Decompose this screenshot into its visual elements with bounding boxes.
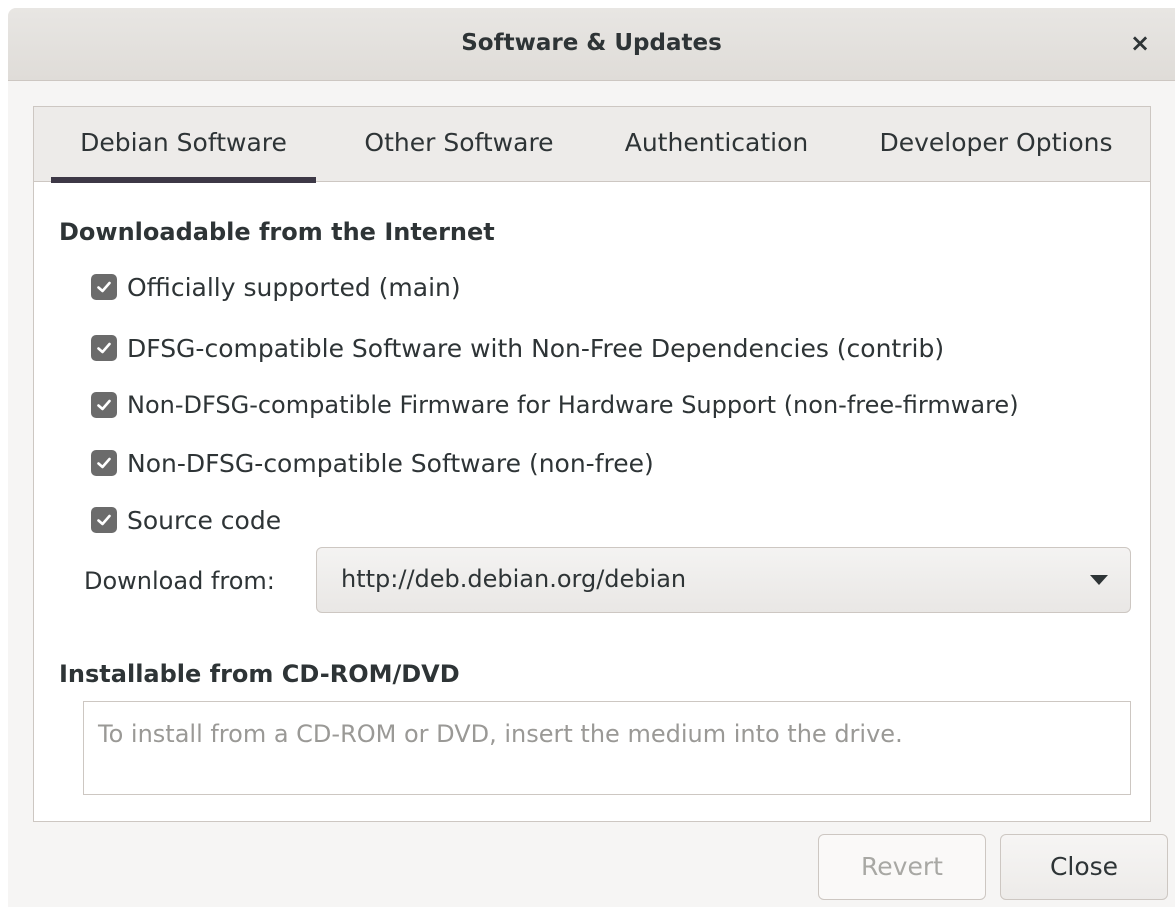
checkbox-main[interactable]: Officially supported (main) [91, 271, 461, 303]
checkbox-label: DFSG-compatible Software with Non-Free D… [127, 333, 945, 363]
checkbox-label: Non-DFSG-compatible Software (non-free) [127, 448, 654, 478]
checkmark-icon[interactable] [91, 392, 117, 418]
checkbox-source-code[interactable]: Source code [91, 504, 281, 536]
checkbox-label: Officially supported (main) [127, 272, 461, 302]
tab-developer-options[interactable]: Developer Options [866, 107, 1126, 182]
checkbox-contrib[interactable]: DFSG-compatible Software with Non-Free D… [91, 332, 944, 364]
window-title: Software & Updates [461, 30, 722, 56]
checkmark-icon[interactable] [91, 274, 117, 300]
download-server-dropdown[interactable]: http://deb.debian.org/debian [316, 547, 1131, 613]
download-server-value: http://deb.debian.org/debian [341, 565, 687, 593]
title-bar: Software & Updates × [8, 8, 1175, 81]
download-from-label: Download from: [84, 567, 275, 595]
tab-other-software[interactable]: Other Software [344, 107, 574, 182]
checkmark-icon[interactable] [91, 507, 117, 533]
notebook: Debian Software Other Software Authentic… [33, 106, 1151, 822]
cdrom-list: To install from a CD-ROM or DVD, insert … [83, 701, 1131, 795]
internet-section-title: Downloadable from the Internet [59, 218, 495, 246]
tab-debian-software[interactable]: Debian Software [51, 107, 316, 183]
checkmark-icon[interactable] [91, 335, 117, 361]
software-updates-window: Software & Updates × Debian Software Oth… [8, 8, 1175, 907]
cdrom-section-title: Installable from CD-ROM/DVD [59, 660, 460, 688]
cdrom-placeholder-text: To install from a CD-ROM or DVD, insert … [98, 720, 903, 748]
revert-button[interactable]: Revert [818, 834, 986, 900]
checkbox-non-free-firmware[interactable]: Non-DFSG-compatible Firmware for Hardwar… [91, 389, 1019, 421]
checkbox-label: Source code [127, 505, 282, 535]
tab-bar: Debian Software Other Software Authentic… [34, 107, 1150, 183]
close-button[interactable]: Close [1000, 834, 1168, 900]
chevron-down-icon[interactable] [1090, 575, 1108, 585]
close-icon[interactable]: × [1125, 26, 1155, 60]
checkbox-non-free[interactable]: Non-DFSG-compatible Software (non-free) [91, 447, 654, 479]
tab-authentication[interactable]: Authentication [609, 107, 824, 182]
checkmark-icon[interactable] [91, 450, 117, 476]
checkbox-label: Non-DFSG-compatible Firmware for Hardwar… [127, 391, 1019, 419]
